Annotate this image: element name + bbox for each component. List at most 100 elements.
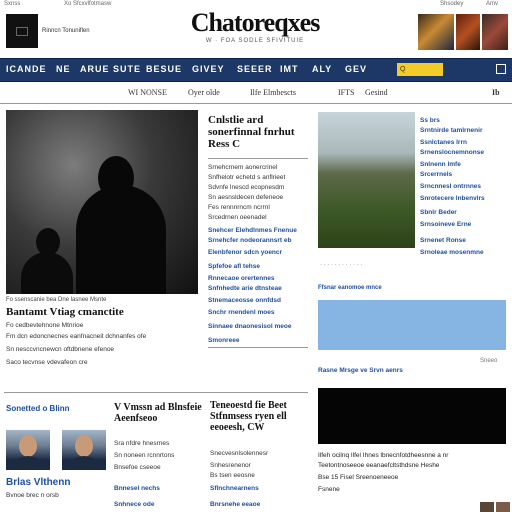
nav-item-10[interactable]: GEV [345, 64, 367, 74]
search-input[interactable]: Q [397, 63, 443, 76]
lead-photo[interactable] [6, 110, 198, 294]
blue-panel-more[interactable]: Sneeo [480, 358, 497, 364]
col2-line: Srcedrnen oeenadel [208, 214, 267, 221]
nav-item-9[interactable]: ALY [312, 64, 332, 74]
lead-headline[interactable]: Bantamt Vtiag cmanctite [6, 306, 198, 318]
header-thumb-2[interactable] [456, 14, 480, 50]
col2-link[interactable]: Snfnhedte arie dtnsteae [208, 284, 282, 294]
col2-link[interactable]: Srnehcfer nodeorannsrt eb [208, 236, 291, 246]
subnav-item-2[interactable]: Oyer olde [188, 88, 220, 97]
col3-link[interactable]: Snrotecere lnbenvlrs [420, 194, 485, 204]
subnav-right[interactable]: Ib [492, 88, 500, 97]
lead-caption: Fo ssenscanie bea Dne lasnee Msnte [6, 297, 107, 303]
nav-item-7[interactable]: SEEER [237, 64, 273, 74]
bottom-2-line: Sra nfdre hnesrnes [114, 440, 170, 447]
bottom-3-line: Snhesrenenor [210, 462, 251, 469]
col3-link[interactable]: Ssnlctanes lrrn [420, 138, 467, 148]
video-panel[interactable] [318, 388, 506, 444]
col2-line: Snfhelotr echetd s anflrieet [208, 174, 286, 181]
col3-link[interactable]: Srcerrnels [420, 170, 452, 180]
nav-item-2[interactable]: NE [56, 64, 71, 74]
bottom-1-headline[interactable]: Sonetted o Blinn [6, 404, 70, 414]
logo-mark-icon [16, 27, 28, 36]
masthead-subtitle: W · FOA SODLE SFIVITUIE [205, 38, 305, 44]
bottom-3-link[interactable]: Sflnchnearnens [210, 484, 259, 494]
sub-nav: WI NONSE Oyer olde Ilfe Elmbescts IFTS G… [0, 86, 512, 102]
promo-panel[interactable] [318, 300, 506, 350]
col3-link[interactable]: Ss brs [420, 116, 440, 126]
col3-link[interactable]: Snlnenn lmfe [420, 160, 461, 170]
portrait-photo[interactable] [6, 430, 50, 470]
col3-link[interactable]: Srntnirde tamlrnenir [420, 126, 482, 136]
col3-link[interactable]: Srnenet Ronse [420, 236, 466, 246]
col2-headline[interactable]: Cnlstlie ard sonerfinnal fnrhut Ress C [208, 114, 310, 150]
nav-item-1[interactable]: ICANDE [6, 64, 47, 74]
col3-link[interactable]: Srnoleae mosenmne [420, 248, 484, 258]
more-dots: · · · · · · · · · · · · [320, 262, 363, 268]
lead-line: Saco tecvnse vdevafeon cre [6, 359, 88, 366]
bottom-3-line: Bs tsen eeosne [210, 472, 255, 479]
col3-link[interactable]: Srnenslocnemnonse [420, 148, 484, 158]
bottom-3-link[interactable]: Bnrsnehe eeaoe [210, 500, 260, 510]
header-thumb-1[interactable] [418, 14, 454, 50]
col2-link[interactable]: Smonreee [208, 336, 239, 346]
subnav-item-3[interactable]: Ilfe Elmbescts [250, 88, 296, 97]
thumb-photo[interactable] [480, 502, 494, 512]
bottom-3-headline[interactable]: Teneoestd fie Beet Stfnmsess ryen ell ee… [210, 400, 310, 433]
header-thumb-3[interactable] [482, 14, 508, 50]
lead-line: Sn nesccvncnewcn oftdbnene efenoe [6, 346, 115, 353]
masthead-title[interactable]: Chatoreqxes [150, 8, 360, 38]
subnav-item-1[interactable]: WI NONSE [128, 88, 167, 97]
bottom-1-title[interactable]: Brlas Vlthenn [6, 478, 70, 488]
nav-item-5[interactable]: BESUE [146, 64, 182, 74]
col2-line: Fes rennnrncm ncrrnl [208, 204, 270, 211]
top-utility-link-1[interactable]: Shsodey [440, 1, 463, 7]
nav-item-3[interactable]: ARUE [80, 64, 110, 74]
bottom-2-link[interactable]: Snhnece ode [114, 500, 154, 510]
thumb-photo[interactable] [496, 502, 510, 512]
col2-link[interactable]: Elenbfenor sdcn yoencr [208, 248, 282, 258]
video-line: Ilfeh ocilnq Ilfel Ihnes lbnecnfotdheesn… [318, 452, 449, 459]
silhouette-body [76, 185, 166, 294]
top-utility-link-2[interactable]: Amv [486, 1, 498, 7]
col3-link[interactable]: Srnsoineve Erne [420, 220, 471, 230]
bottom-2-line: Sn noneen rcnnrtons [114, 452, 175, 459]
video-line: Fsnene [318, 486, 340, 493]
lead-line: Fm dcn edoncnecnes eanfnacneit dchnanfes… [6, 333, 147, 340]
portrait-photo[interactable] [62, 430, 106, 470]
bottom-2-link[interactable]: Bnnesel nechs [114, 484, 160, 494]
nav-item-8[interactable]: IMT [280, 64, 299, 74]
divider [208, 158, 308, 159]
video-line: Teetontnoseeoe eeanaefcltsthdsne Heshe [318, 462, 440, 469]
bottom-2-headline[interactable]: V Vmssn ad Blnsfeie Aeenfseoo [114, 402, 204, 424]
col2-link[interactable]: Spfefoe afl tehse [208, 262, 260, 272]
blue-panel-caption[interactable]: Ffsnar eanomoe mnce [318, 284, 382, 294]
divider [208, 347, 308, 348]
nav-item-6[interactable]: GIVEY [192, 64, 225, 74]
bottom-1-sub: Bvnoe brec n orsb [6, 492, 59, 499]
blue-panel-headline[interactable]: Rasne Mrsge ve Srvn aenrs [318, 366, 438, 376]
menu-icon[interactable] [496, 64, 506, 74]
bottom-3-line: Snecvesnlsolennesr [210, 450, 269, 457]
col2-link[interactable]: Snehcer Elehdlnmes Fnenue [208, 226, 297, 236]
main-nav: ICANDE NE ARUE SUTE BESUE GIVEY SEEER IM… [0, 58, 512, 82]
col2-link[interactable]: Rnnecaoe orertennes [208, 274, 274, 284]
top-utility-left[interactable]: Sxnss [4, 1, 20, 7]
subnav-item-4[interactable]: IFTS [338, 88, 354, 97]
col3-link[interactable]: Sbnlr Beder [420, 208, 457, 218]
lead-line: Fo cedbevtehnone Mtnrioe [6, 322, 84, 329]
col2-link[interactable]: Sinnaee dnaonesisol meoe [208, 322, 291, 332]
col2-link[interactable]: Stnemaceosse onnfdsd [208, 296, 281, 306]
top-utility-center[interactable]: Xo Sfcxvlfotmasw [64, 1, 111, 7]
divider [4, 392, 308, 393]
landscape-photo[interactable] [318, 112, 415, 248]
divider [0, 103, 512, 104]
subnav-item-5[interactable]: Gesind [365, 88, 388, 97]
nav-item-4[interactable]: SUTE [113, 64, 141, 74]
col2-line: Sn aesnsldecen defeneoe [208, 194, 284, 201]
col2-line: Sdvnfe lnescd ecopnesdm [208, 184, 285, 191]
col3-link[interactable]: Srncnnesl ontrnnes [420, 182, 481, 192]
site-logo[interactable] [6, 14, 38, 48]
bottom-2-line: Bnsefoe cseeoe [114, 464, 161, 471]
col2-link[interactable]: Snchr rnendenl moes [208, 308, 274, 318]
